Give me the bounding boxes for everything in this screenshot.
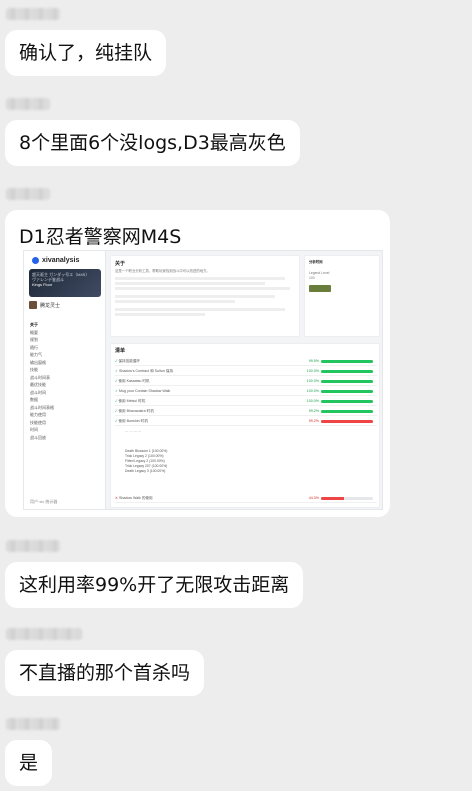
shared-screenshot[interactable]: xivanalysis 超天驱主 ガンダッ号エ（M4S） ヴァレンデ鉴战斗 Ki… <box>23 250 383 510</box>
sender-name <box>6 540 60 552</box>
row-label: Mug your Contain Shadow Walk <box>119 389 171 393</box>
site-logo: xivanalysis <box>32 257 79 264</box>
row-percent: 100.0% <box>306 399 319 403</box>
sidebar-footer: 用户·xiv 统计器 <box>30 499 58 504</box>
chat-bubble[interactable]: 8个里面6个没logs,D3最高灰色 <box>5 120 300 166</box>
message-text: 8个里面6个没logs,D3最高灰色 <box>19 132 286 154</box>
row-percent: 99.2% <box>308 409 319 413</box>
progress-bar <box>321 420 373 423</box>
row-label: 使用 Meisui 时机 <box>118 399 146 403</box>
about-panel: 关于 这是一个职业分析工具，帮助玩家找到战斗中可以改进的地方。 <box>110 255 300 337</box>
logo-icon <box>32 257 39 264</box>
progress-bar <box>321 410 373 413</box>
message-text: 这利用率99%开了无限攻击距离 <box>19 574 290 596</box>
row-percent: 100.0% <box>306 379 319 383</box>
message-text: 是 <box>19 752 39 774</box>
checklist-row[interactable]: ✓ 使用 Meisui 时机 100.0% <box>115 397 377 406</box>
checklist-row[interactable]: ✓ 使用 Bunshin 时机 99.2% <box>115 417 377 426</box>
row-label: 使用 Bunshin 时机 <box>118 419 148 423</box>
row-label: Shadow Walk 的使用 <box>119 496 153 500</box>
progress-bar <box>321 370 373 373</box>
checklist-row[interactable]: ✓ 使用 Bhavacakra 时机 99.2% <box>115 407 377 416</box>
checklist-row[interactable]: ✓ 保持技能循环 99.5% <box>115 357 377 366</box>
row-label: Shadow's Contract 和 Suiton 保持 <box>119 369 174 373</box>
row-percent: 100.0% <box>306 389 319 393</box>
progress-bar <box>321 360 373 363</box>
row-label: 保持技能循环 <box>118 359 141 363</box>
checklist-row[interactable]: ✓ 使用 Kassatsu 时机 100.0% <box>115 377 377 386</box>
row-label: 使用 Bhavacakra 时机 <box>118 409 154 413</box>
chat-bubble[interactable]: 不直播的那个首杀吗 <box>5 650 205 696</box>
info-panel: 分析时间 Legend Level 100 <box>304 255 380 337</box>
sender-name <box>6 628 82 640</box>
progress-bar <box>321 497 373 500</box>
checklist-row[interactable]: ✓ Shadow's Contract 和 Suiton 保持 100.0% <box>115 367 377 376</box>
row-percent: 44.3% <box>308 496 319 500</box>
message-text: D1忍者警察网M4S <box>19 226 182 248</box>
chat-bubble[interactable]: 是 <box>5 740 53 786</box>
sender-name <box>6 8 60 20</box>
fight-banner: 超天驱主 ガンダッ号エ（M4S） ヴァレンデ鉴战斗 Kings Floor <box>29 269 101 297</box>
progress-bar <box>321 390 373 393</box>
row-percent: 99.2% <box>308 419 319 423</box>
row-percent: 100.0% <box>306 369 319 373</box>
chat-bubble[interactable]: 确认了，纯挂队 <box>5 30 167 76</box>
chat-bubble[interactable]: 这利用率99%开了无限攻击距离 <box>5 562 304 608</box>
checklist-panel: 清单 ✓ 保持技能循环 99.5% ✓ Shadow's Contract 和 Su… <box>110 343 380 508</box>
sender-name <box>6 188 50 200</box>
message-text: 确认了，纯挂队 <box>19 42 153 64</box>
sender-name <box>6 718 60 730</box>
checklist-row[interactable]: ✓ Mug your Contain Shadow Walk 100.0% <box>115 387 377 396</box>
message-text: 不直播的那个首杀吗 <box>19 662 191 684</box>
sender-name <box>6 98 50 110</box>
progress-bar <box>321 400 373 403</box>
character-label: 腾龙灵士 <box>29 301 60 309</box>
progress-bar <box>321 380 373 383</box>
sub-details: ··· ··· ··· ··· Death Blossom 1 (100.00%… <box>125 430 168 473</box>
job-icon <box>29 301 37 309</box>
row-percent: 99.5% <box>308 359 319 363</box>
screenshot-nav: 关于 概要 规划 随行 能力气 输出窗格 技能 战斗时间表 最优技能 战斗时间 … <box>30 322 54 440</box>
chat-bubble-with-image[interactable]: D1忍者警察网M4S xivanalysis 超天驱主 ガンダッ号エ（M4S） … <box>5 210 390 517</box>
row-label: 使用 Kassatsu 时机 <box>118 379 150 383</box>
checklist-row[interactable]: ✕ Shadow Walk 的使用 44.3% <box>115 494 377 503</box>
screenshot-sidebar: xivanalysis 超天驱主 ガンダッ号エ（M4S） ヴァレンデ鉴战斗 Ki… <box>24 251 106 509</box>
